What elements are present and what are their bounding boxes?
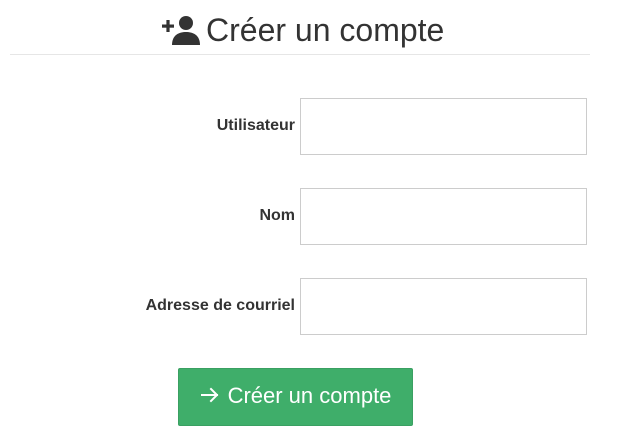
create-account-button[interactable]: Créer un compte xyxy=(178,368,413,426)
email-label: Adresse de courriel xyxy=(145,297,295,314)
page-title: Créer un compte xyxy=(206,11,445,48)
username-input[interactable] xyxy=(300,98,587,155)
name-label: Nom xyxy=(259,207,295,224)
create-account-page: Créer un compte Utilisateur Nom Adresse … xyxy=(0,0,619,442)
arrow-right-icon xyxy=(200,387,218,403)
username-label: Utilisateur xyxy=(216,117,295,134)
email-input[interactable] xyxy=(300,278,587,335)
user-plus-icon xyxy=(162,16,200,45)
page-header: Créer un compte xyxy=(10,0,590,55)
create-account-button-label: Créer un compte xyxy=(227,383,392,408)
name-input[interactable] xyxy=(300,188,587,245)
page-title-group: Créer un compte xyxy=(162,8,444,52)
